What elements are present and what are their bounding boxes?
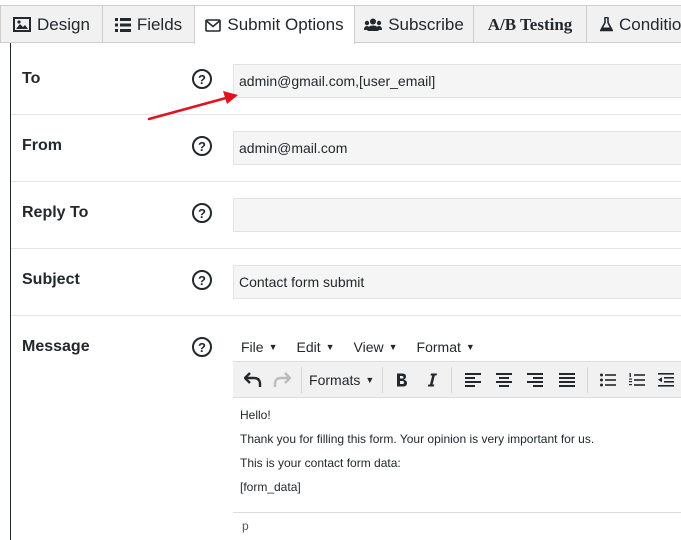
tab-label: Fields bbox=[136, 14, 183, 34]
tab-label: A/B Testing bbox=[487, 14, 573, 34]
from-label: From bbox=[22, 137, 62, 154]
toolbar-divider bbox=[381, 366, 383, 393]
row-divider bbox=[11, 181, 681, 182]
editor-toolbar: Formats ▼ bbox=[233, 361, 681, 398]
tab-label: Conditio bbox=[619, 14, 681, 34]
menu-label: View bbox=[353, 339, 384, 355]
menu-label: Edit bbox=[296, 339, 321, 355]
tab-label: Design bbox=[37, 14, 90, 34]
toolbar-divider bbox=[451, 366, 453, 393]
list-icon bbox=[114, 17, 131, 32]
tab-label: Subscribe bbox=[388, 14, 464, 34]
help-icon[interactable]: ? bbox=[192, 270, 212, 290]
menu-label: File bbox=[241, 339, 264, 355]
subject-input[interactable]: Contact form submit bbox=[233, 265, 681, 299]
menu-file[interactable]: File ▼ bbox=[241, 339, 277, 355]
caret-down-icon: ▼ bbox=[365, 374, 375, 385]
outdent-icon[interactable] bbox=[652, 365, 681, 395]
content-line: [form_data] bbox=[240, 480, 301, 494]
users-icon bbox=[364, 18, 383, 32]
tab-submit-options[interactable]: Submit Options bbox=[194, 5, 355, 44]
caret-down-icon: ▼ bbox=[465, 342, 475, 352]
help-icon[interactable]: ? bbox=[192, 203, 212, 223]
align-right-icon[interactable] bbox=[520, 365, 551, 395]
content-line: Hello! bbox=[240, 408, 271, 422]
bold-icon[interactable] bbox=[388, 365, 417, 395]
tab-fields[interactable]: Fields bbox=[102, 5, 195, 43]
formats-label: Formats bbox=[309, 371, 361, 388]
editor-status-path: p bbox=[233, 512, 681, 540]
italic-icon[interactable] bbox=[417, 365, 446, 395]
tab-bar: Design Fields Submit Options Subscribe A… bbox=[0, 0, 681, 44]
help-icon[interactable]: ? bbox=[192, 69, 212, 89]
align-center-icon[interactable] bbox=[489, 365, 520, 395]
bullet-list-icon[interactable] bbox=[593, 365, 622, 395]
tab-conditions[interactable]: Conditio bbox=[586, 5, 681, 43]
editor-menubar: File ▼ Edit ▼ View ▼ Format ▼ bbox=[233, 334, 681, 360]
flask-icon bbox=[600, 17, 613, 32]
tab-ab-testing[interactable]: A/B Testing bbox=[473, 5, 587, 43]
row-divider bbox=[11, 315, 681, 316]
align-left-icon[interactable] bbox=[457, 365, 488, 395]
image-icon bbox=[13, 17, 32, 32]
reply-to-label: Reply To bbox=[22, 204, 89, 221]
menu-label: Format bbox=[416, 339, 461, 355]
from-input[interactable]: admin@mail.com bbox=[233, 131, 681, 165]
caret-down-icon: ▼ bbox=[325, 342, 335, 352]
tab-label: Submit Options bbox=[227, 15, 344, 34]
toolbar-divider bbox=[300, 366, 302, 393]
formats-dropdown[interactable]: Formats ▼ bbox=[307, 365, 377, 395]
to-label: To bbox=[22, 70, 41, 87]
tab-subscribe[interactable]: Subscribe bbox=[354, 5, 474, 43]
tab-design[interactable]: Design bbox=[0, 5, 103, 43]
menu-view[interactable]: View ▼ bbox=[354, 339, 398, 355]
row-divider bbox=[11, 114, 681, 115]
align-justify-icon[interactable] bbox=[551, 365, 582, 395]
editor-content[interactable]: Hello! Thank you for filling this form. … bbox=[233, 399, 681, 512]
caret-down-icon: ▼ bbox=[268, 342, 278, 352]
redo-icon[interactable] bbox=[268, 365, 295, 395]
menu-format[interactable]: Format ▼ bbox=[417, 339, 475, 355]
to-input[interactable]: admin@gmail.com,[user_email] bbox=[233, 64, 681, 98]
help-icon[interactable]: ? bbox=[192, 337, 212, 357]
row-divider bbox=[11, 248, 681, 249]
menu-edit[interactable]: Edit ▼ bbox=[296, 339, 334, 355]
help-icon[interactable]: ? bbox=[192, 136, 212, 156]
envelope-icon bbox=[205, 18, 222, 32]
toolbar-divider bbox=[587, 366, 589, 393]
content-line: Thank you for filling this form. Your op… bbox=[240, 432, 595, 446]
undo-icon[interactable] bbox=[237, 365, 268, 395]
reply-to-input[interactable] bbox=[233, 198, 681, 232]
message-label: Message bbox=[22, 338, 90, 355]
content-line: This is your contact form data: bbox=[240, 456, 401, 470]
caret-down-icon: ▼ bbox=[388, 342, 398, 352]
numbered-list-icon[interactable] bbox=[622, 365, 651, 395]
left-border bbox=[10, 43, 11, 540]
subject-label: Subject bbox=[22, 271, 80, 288]
